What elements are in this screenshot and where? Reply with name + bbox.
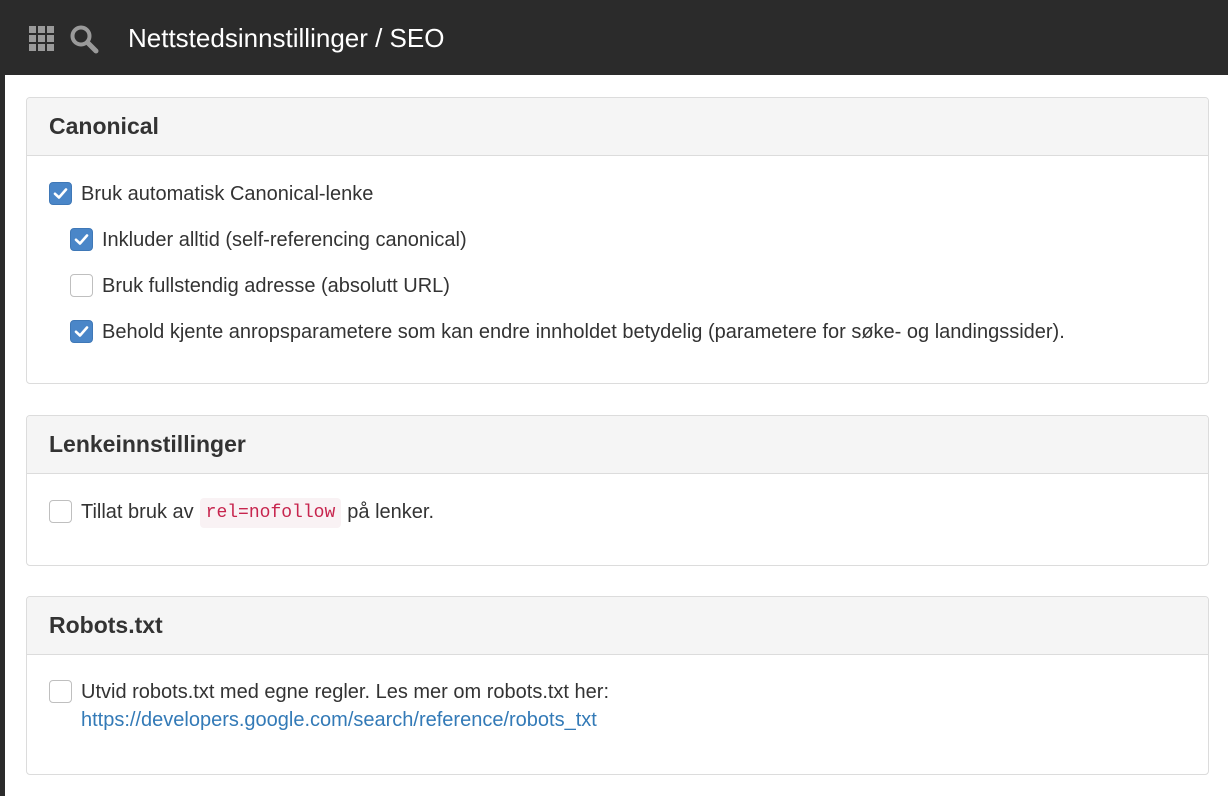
canonical-panel: Canonical Bruk automatisk Canonical-lenk… <box>26 97 1209 384</box>
option-self-referencing[interactable]: Inkluder alltid (self-referencing canoni… <box>70 226 467 254</box>
keep-parameters-label: Behold kjente anropsparametere som kan e… <box>102 321 1065 343</box>
absolute-url-checkbox[interactable] <box>70 274 93 297</box>
option-absolute-url[interactable]: Bruk fullstendig adresse (absolutt URL) <box>70 272 450 300</box>
auto-canonical-label: Bruk automatisk Canonical-lenke <box>81 183 374 205</box>
robots-custom-label: Utvid robots.txt med egne regler. Les me… <box>81 681 610 703</box>
auto-canonical-checkbox[interactable] <box>49 182 72 205</box>
settings-content: Canonical Bruk automatisk Canonical-lenk… <box>5 75 1228 796</box>
nofollow-label-suffix: på lenker. <box>347 501 434 523</box>
search-icon[interactable] <box>68 23 100 55</box>
canonical-panel-heading: Canonical <box>27 98 1208 156</box>
option-auto-canonical[interactable]: Bruk automatisk Canonical-lenke <box>49 180 373 208</box>
robots-panel: Robots.txt Utvid robots.txt med egne reg… <box>26 596 1209 775</box>
page-title: Nettstedsinnstillinger / SEO <box>128 23 445 53</box>
option-robots-custom[interactable]: Utvid robots.txt med egne regler. Les me… <box>49 678 609 734</box>
self-referencing-checkbox[interactable] <box>70 228 93 251</box>
option-keep-parameters[interactable]: Behold kjente anropsparametere som kan e… <box>70 318 1065 346</box>
robots-panel-heading: Robots.txt <box>27 597 1208 655</box>
option-nofollow[interactable]: Tillat bruk av rel=nofollow på lenker. <box>49 498 434 528</box>
check-icon <box>74 234 89 245</box>
robots-custom-text: Utvid robots.txt med egne regler. Les me… <box>81 678 609 734</box>
robots-docs-link[interactable]: https://developers.google.com/search/ref… <box>81 706 609 734</box>
link-settings-panel: Lenkeinnstillinger Tillat bruk av rel=no… <box>26 415 1209 566</box>
keep-parameters-checkbox[interactable] <box>70 320 93 343</box>
link-settings-panel-title: Lenkeinnstillinger <box>49 431 246 457</box>
nofollow-checkbox[interactable] <box>49 500 72 523</box>
absolute-url-label: Bruk fullstendig adresse (absolutt URL) <box>102 275 450 297</box>
grid-icon[interactable] <box>29 26 54 51</box>
link-settings-panel-heading: Lenkeinnstillinger <box>27 416 1208 474</box>
check-icon <box>53 188 68 199</box>
top-bar: Nettstedsinnstillinger / SEO <box>0 0 1228 75</box>
robots-custom-checkbox[interactable] <box>49 680 72 703</box>
canonical-panel-title: Canonical <box>49 113 159 139</box>
self-referencing-label: Inkluder alltid (self-referencing canoni… <box>102 229 467 251</box>
check-icon <box>74 326 89 337</box>
nofollow-code: rel=nofollow <box>199 498 342 528</box>
nofollow-label-prefix: Tillat bruk av <box>81 501 194 523</box>
robots-panel-title: Robots.txt <box>49 612 163 638</box>
